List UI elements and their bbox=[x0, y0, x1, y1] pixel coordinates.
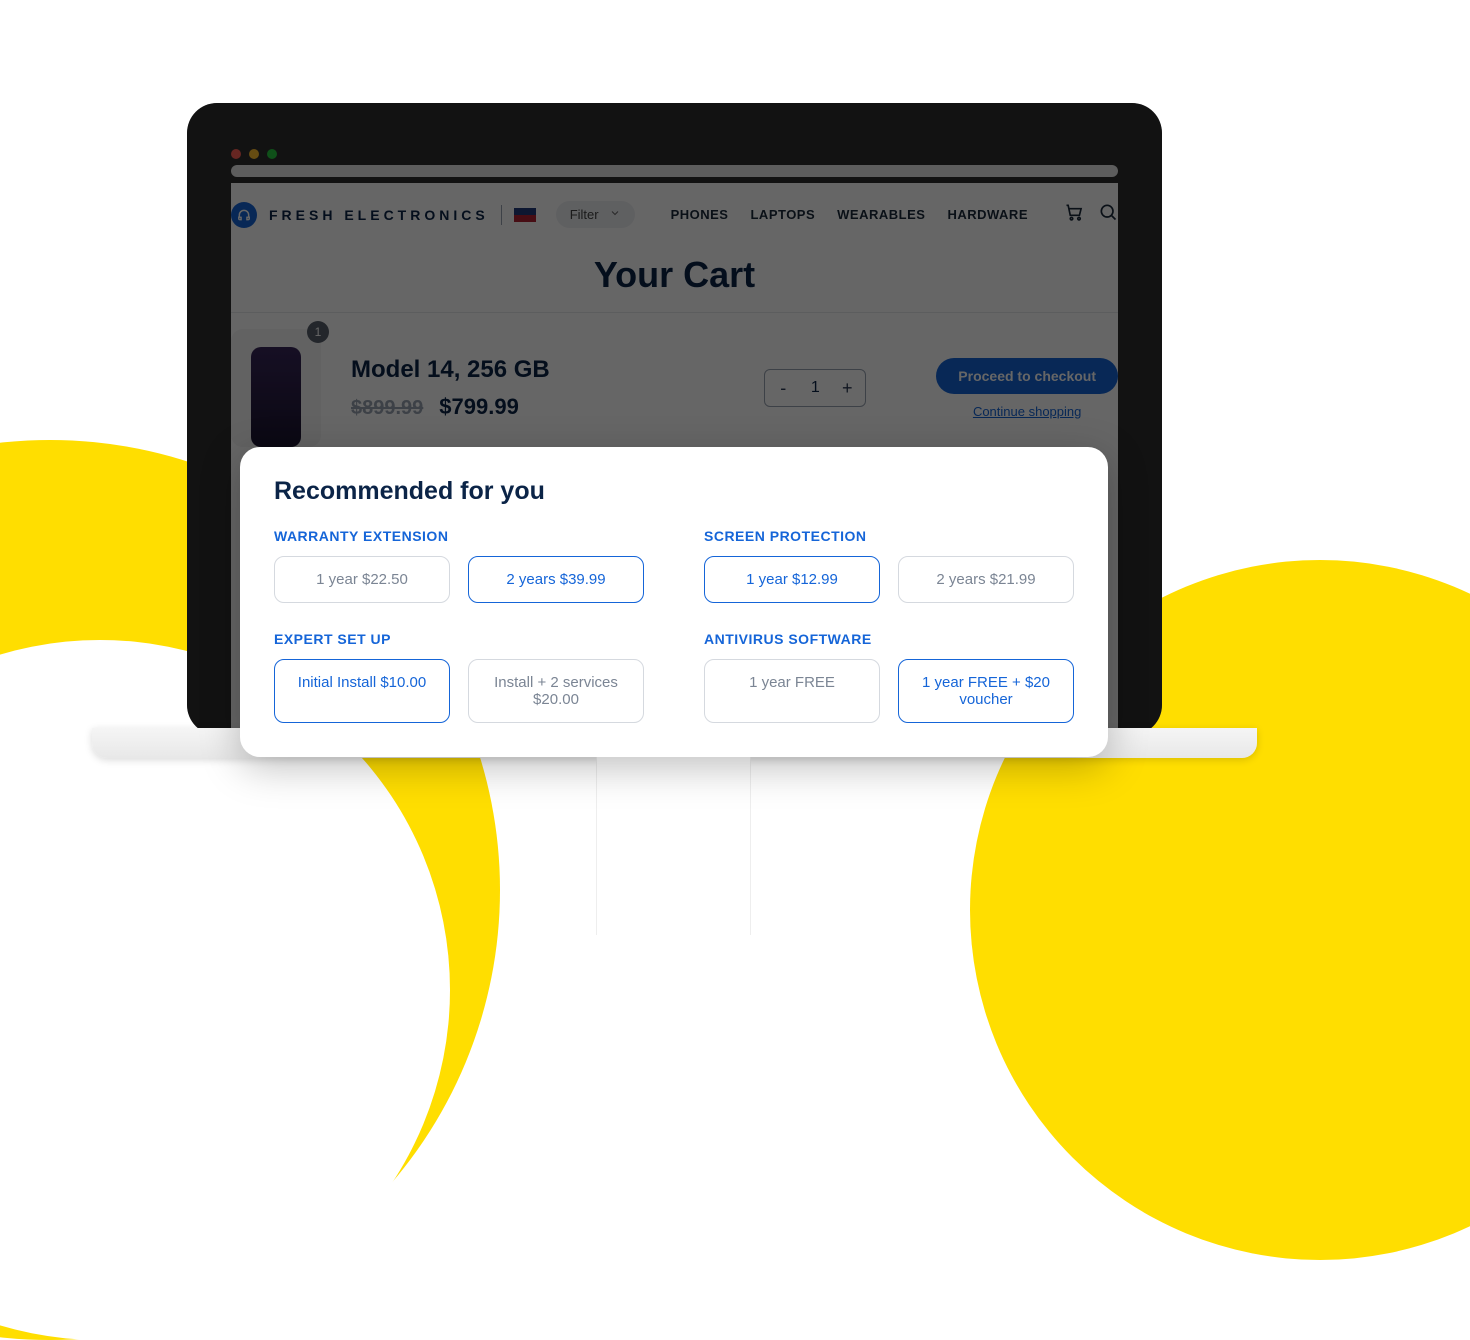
rec-option[interactable]: 2 years $21.99 bbox=[898, 556, 1074, 603]
rec-group-label: WARRANTY EXTENSION bbox=[274, 528, 644, 544]
rec-options: 1 year FREE 1 year FREE + $20 voucher bbox=[704, 659, 1074, 723]
rec-group: EXPERT SET UP Initial Install $10.00 Insta… bbox=[274, 631, 644, 723]
rec-option[interactable]: 2 years $39.99 bbox=[468, 556, 644, 603]
rec-group-label: SCREEN PROTECTION bbox=[704, 528, 1074, 544]
rec-option[interactable]: Initial Install $10.00 bbox=[274, 659, 450, 723]
recommendations-modal: Recommended for you WARRANTY EXTENSION 1 … bbox=[240, 447, 1108, 757]
rec-option[interactable]: 1 year FREE bbox=[704, 659, 880, 723]
laptop-stand bbox=[596, 755, 751, 935]
modal-title: Recommended for you bbox=[274, 477, 1074, 506]
recommendations-grid: WARRANTY EXTENSION 1 year $22.50 2 years $… bbox=[274, 528, 1074, 723]
rec-group: ANTIVIRUS SOFTWARE1 year FREE1 year FREE… bbox=[704, 631, 1074, 723]
rec-group: WARRANTY EXTENSION 1 year $22.50 2 years $… bbox=[274, 528, 644, 603]
rec-options: 1 year $22.50 2 years $39.99 bbox=[274, 556, 644, 603]
rec-group-label: ANTIVIRUS SOFTWARE bbox=[704, 631, 1074, 647]
rec-group: SCREEN PROTECTION 1 year $12.99 2 years $2… bbox=[704, 528, 1074, 603]
rec-group-label: EXPERT SET UP bbox=[274, 631, 644, 647]
rec-option[interactable]: 1 year FREE + $20 voucher bbox=[898, 659, 1074, 723]
rec-options: Initial Install $10.00 Install + 2 servic… bbox=[274, 659, 644, 723]
rec-options: 1 year $12.99 2 years $21.99 bbox=[704, 556, 1074, 603]
rec-option[interactable]: Install + 2 services $20.00 bbox=[468, 659, 644, 723]
rec-option[interactable]: 1 year $22.50 bbox=[274, 556, 450, 603]
rec-option[interactable]: 1 year $12.99 bbox=[704, 556, 880, 603]
